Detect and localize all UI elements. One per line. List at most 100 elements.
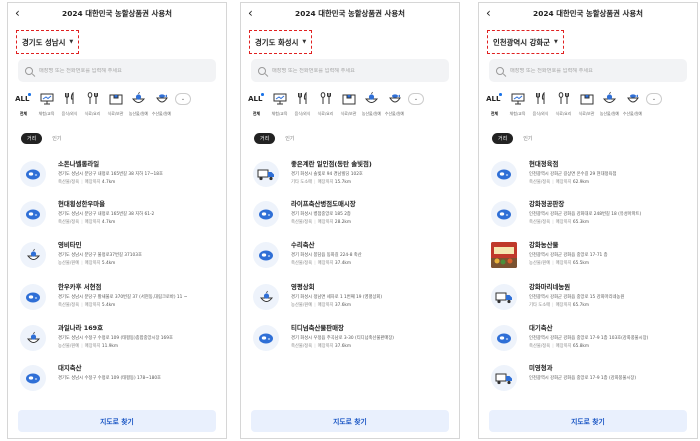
store-name: 소돈나벨롱라일 bbox=[58, 160, 100, 168]
search-bar[interactable] bbox=[489, 59, 687, 82]
phone-screen: ‹ 2024 대한민국 농할상품권 사용처 인천광역시 강화군 ▼ ALL 전체… bbox=[478, 2, 698, 439]
category-label: 전체 bbox=[19, 111, 28, 116]
region-selector[interactable]: 경기도 화성시 ▼ bbox=[249, 30, 313, 54]
find-on-map-button[interactable]: 지도로 찾기 bbox=[489, 410, 687, 432]
category-item[interactable]: 체험/교육 bbox=[268, 90, 291, 124]
box-icon bbox=[580, 90, 594, 107]
tab-popular[interactable]: 인기 bbox=[46, 133, 67, 144]
fish-bowl-icon bbox=[388, 90, 402, 107]
store-distance: 37.6km bbox=[334, 344, 352, 349]
truck-icon bbox=[253, 161, 279, 187]
presentation-icon bbox=[511, 90, 525, 107]
store-list-item[interactable]: 대기축산 인천광역시 강화군 강화읍 중앙로 17-9 1층 103호(강화풍물… bbox=[491, 323, 691, 363]
category-item[interactable]: 음식/외식 bbox=[291, 90, 314, 124]
category-item[interactable]: 체험/교육 bbox=[506, 90, 529, 124]
fish-bowl-icon bbox=[155, 90, 169, 107]
search-input[interactable] bbox=[39, 67, 209, 74]
store-list-item[interactable]: 좋은계란 일인점(동탄 솔빛점) 경기 화성시 솔빛로 94 경남빌딩 102호… bbox=[253, 159, 453, 199]
category-item[interactable]: 수산물/원예 bbox=[621, 90, 644, 124]
category-item[interactable]: 식료/보관 bbox=[104, 90, 127, 124]
store-list-item[interactable]: 대지축산 경기도 성남시 수정구 수정로 109 (태평동) 178~180호 bbox=[20, 363, 220, 403]
store-meta: 축산물/정육 | 매장까지 65.3km bbox=[529, 219, 691, 225]
store-address: 경기 화성시 봉담읍 동화길 224-8 축산 bbox=[291, 253, 362, 258]
distance-label: 매장까지 bbox=[84, 220, 101, 225]
store-list-item[interactable]: 미영청과 인천광역시 강화군 강화읍 중앙로 17-9 1층 (강화풍물시장) bbox=[491, 363, 691, 403]
store-list-item[interactable]: 티디넘축산물판매장 경기 화성시 우정읍 주곡남로 3-30 (티디넘축산물판매… bbox=[253, 323, 453, 363]
category-item[interactable]: 식료/요리 bbox=[81, 90, 104, 124]
store-address: 인천광역시 강화군 강화읍 중앙로 17-71 층 bbox=[529, 253, 608, 258]
store-type: 축산물/정육 bbox=[529, 180, 551, 185]
divider: | bbox=[314, 180, 316, 185]
store-list-item[interactable]: 강화농산물 인천광역시 강화군 강화읍 중앙로 17-71 층 농산물/원예 | 매… bbox=[491, 240, 691, 280]
search-bar[interactable] bbox=[251, 59, 449, 82]
category-item[interactable]: 농산물/원예 bbox=[598, 90, 621, 124]
store-distance: 65.3km bbox=[572, 220, 590, 225]
meat-icon bbox=[491, 325, 517, 351]
store-list-item[interactable]: 강화마리네농원 인천광역시 강화군 강화읍 중앙로 15 강화마리네농원 기타 … bbox=[491, 282, 691, 322]
category-label: 식료/요리 bbox=[84, 111, 101, 116]
tab-distance[interactable]: 거리 bbox=[21, 133, 43, 144]
search-input[interactable] bbox=[272, 67, 442, 74]
category-item[interactable]: 음식/외식 bbox=[58, 90, 81, 124]
category-item[interactable]: 식료/보관 bbox=[575, 90, 598, 124]
category-item[interactable]: 체험/교육 bbox=[35, 90, 58, 124]
store-list-item[interactable]: 영비타민 경기도 성남시 분당구 불정로37번길 37103호 농산물/원예 | 매… bbox=[20, 240, 220, 280]
tab-distance[interactable]: 거리 bbox=[254, 133, 276, 144]
tab-popular[interactable]: 인기 bbox=[279, 133, 300, 144]
store-list-item[interactable]: 한우카후 서현점 경기도 성남시 분당구 황새울로 370번길 37 (서현동,… bbox=[20, 282, 220, 322]
category-more[interactable]: ⌄ bbox=[173, 90, 193, 124]
region-selector[interactable]: 인천광역시 강화군 ▼ bbox=[487, 30, 564, 54]
store-name: 한우카후 서현점 bbox=[58, 283, 102, 291]
find-on-map-button[interactable]: 지도로 찾기 bbox=[18, 410, 216, 432]
divider: | bbox=[314, 220, 316, 225]
store-list-item[interactable]: 현대횡성한우마을 경기도 성남시 분당구 내정로 165번길 38 지하 61-… bbox=[20, 199, 220, 239]
search-icon bbox=[25, 66, 33, 75]
region-selector[interactable]: 경기도 성남시 ▼ bbox=[16, 30, 80, 54]
caret-down-icon: ▼ bbox=[302, 39, 307, 45]
all-label: ALL bbox=[248, 94, 263, 103]
category-all[interactable]: ALL 전체 bbox=[12, 90, 35, 124]
store-list-item[interactable]: 과일나라 169호 경기도 성남시 수정구 수정로 109 (태평동)종합중앙시… bbox=[20, 323, 220, 363]
find-on-map-button[interactable]: 지도로 찾기 bbox=[251, 410, 449, 432]
store-type: 축산물/정육 bbox=[529, 220, 551, 225]
distance-label: 매장까지 bbox=[555, 180, 572, 185]
store-list-item[interactable]: 소돈나벨롱라일 경기도 성남시 분당구 내정로 165번길 38 지하 17~1… bbox=[20, 159, 220, 199]
category-item[interactable]: 식료/요리 bbox=[314, 90, 337, 124]
category-item[interactable]: 수산물/원예 bbox=[150, 90, 173, 124]
fork-knife-icon bbox=[297, 90, 309, 107]
presentation-icon bbox=[273, 90, 287, 107]
tab-popular[interactable]: 인기 bbox=[517, 133, 538, 144]
store-type: 축산물/정육 bbox=[529, 344, 551, 349]
store-distance: 37.4km bbox=[334, 261, 352, 266]
category-all[interactable]: ALL 전체 bbox=[483, 90, 506, 124]
store-meta: 농산물/원예 | 매장까지 37.6km bbox=[291, 302, 453, 308]
category-item[interactable]: 농산물/원예 bbox=[360, 90, 383, 124]
distance-label: 매장까지 bbox=[317, 220, 334, 225]
store-name: 강화정공판장 bbox=[529, 200, 565, 208]
category-item[interactable]: 수산물/원예 bbox=[383, 90, 406, 124]
store-list-item[interactable]: 강화정공판장 인천광역시 강화군 강화읍 강화대로 248번길 18 (유성아파… bbox=[491, 199, 691, 239]
category-more[interactable]: ⌄ bbox=[644, 90, 664, 124]
category-more[interactable]: ⌄ bbox=[406, 90, 426, 124]
search-input[interactable] bbox=[510, 67, 680, 74]
all-label: ALL bbox=[15, 94, 30, 103]
store-list-item[interactable]: 수리축산 경기 화성시 봉담읍 동화길 224-8 축산 축산물/정육 | 매장까지… bbox=[253, 240, 453, 280]
tab-distance[interactable]: 거리 bbox=[492, 133, 514, 144]
category-item[interactable]: 음식/외식 bbox=[529, 90, 552, 124]
category-item[interactable]: 식료/보관 bbox=[337, 90, 360, 124]
store-list-item[interactable]: 영평상회 경기 화성시 정남면 세자로 1 1번째 19 (영평상회) 농산물/… bbox=[253, 282, 453, 322]
category-all[interactable]: ALL 전체 bbox=[245, 90, 268, 124]
category-label: 식료/보관 bbox=[107, 111, 124, 116]
meat-icon bbox=[253, 242, 279, 268]
store-distance: 65.5km bbox=[572, 261, 590, 266]
store-type: 기타 도소매 bbox=[529, 303, 551, 308]
category-item[interactable]: 농산물/원예 bbox=[127, 90, 150, 124]
category-item[interactable]: 식료/요리 bbox=[552, 90, 575, 124]
distance-label: 매장까지 bbox=[84, 180, 101, 185]
caret-down-icon: ▼ bbox=[69, 39, 74, 45]
store-list-item[interactable]: 라이프축산병점도매시장 경기 화성시 병점중앙로 185 2층 축산물/정육 | 매… bbox=[253, 199, 453, 239]
category-label: 음식/외식 bbox=[294, 111, 311, 116]
store-list-item[interactable]: 현대정육점 인천광역시 강화군 길상면 온수길 29 현대정육점 축산물/정육 |… bbox=[491, 159, 691, 199]
category-label: 식료/요리 bbox=[555, 111, 572, 116]
search-bar[interactable] bbox=[18, 59, 216, 82]
